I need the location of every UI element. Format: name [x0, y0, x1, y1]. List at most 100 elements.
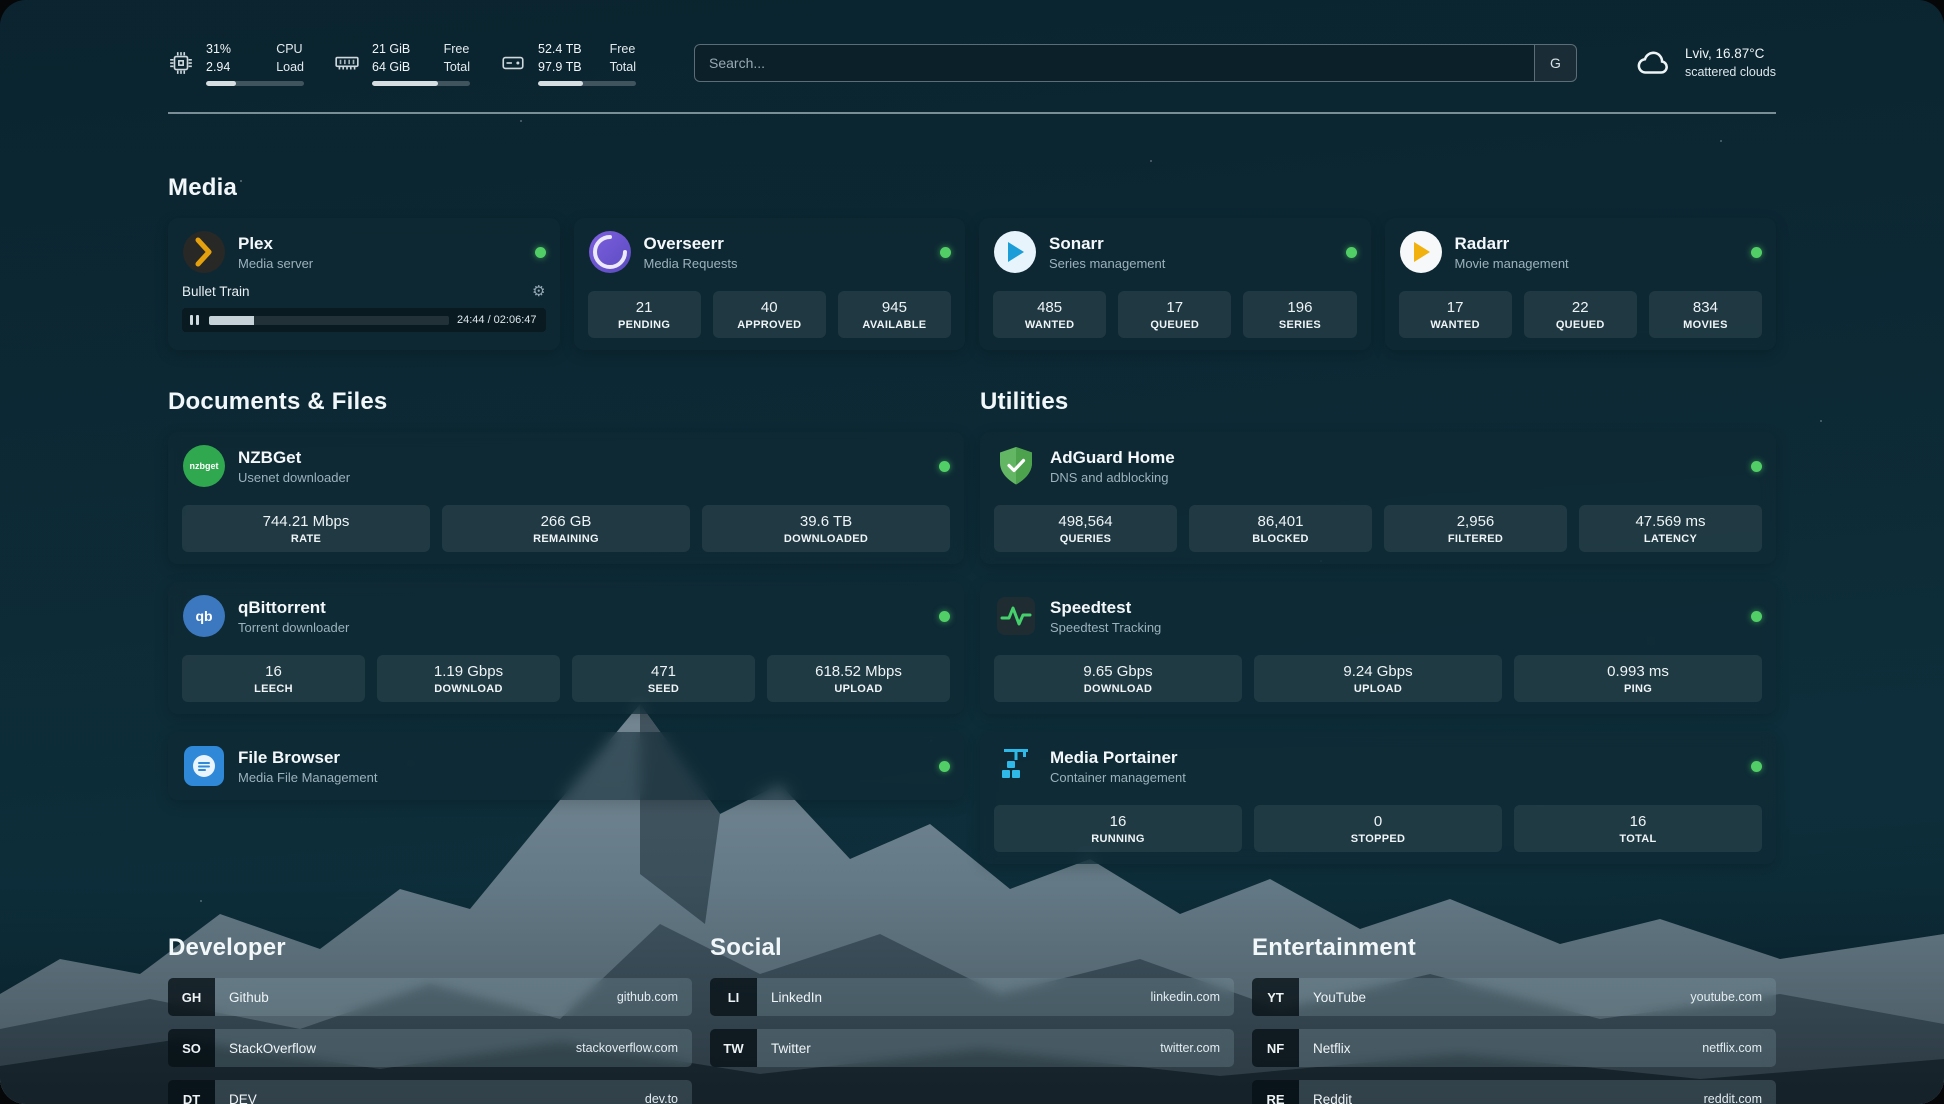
stat-download: 9.65 Gbps DOWNLOAD [994, 655, 1242, 702]
stat-label: DOWNLOAD [998, 683, 1238, 695]
bookmark-reddit[interactable]: RE Reddit reddit.com [1252, 1080, 1776, 1104]
section-title-documents: Documents & Files [168, 388, 964, 416]
section-media: Media Plex Media server [168, 174, 1776, 350]
bookmark-abbr: GH [168, 978, 215, 1016]
app-description: Movie management [1455, 256, 1569, 271]
bookmark-youtube[interactable]: YT YouTube youtube.com [1252, 978, 1776, 1016]
app-card-sonarr[interactable]: Sonarr Series management 485 WANTED 17 Q… [979, 218, 1371, 350]
stat-label: PENDING [592, 319, 697, 331]
cpu-label-bottom: Load [276, 58, 304, 76]
bookmark-abbr: RE [1252, 1080, 1299, 1104]
search-input[interactable] [694, 44, 1577, 82]
bookmark-abbr: NF [1252, 1029, 1299, 1067]
app-name: AdGuard Home [1050, 448, 1175, 468]
speedtest-icon [994, 594, 1038, 638]
bookmark-url: stackoverflow.com [576, 1041, 678, 1055]
bookmark-abbr: DT [168, 1080, 215, 1104]
stat-value: 618.52 Mbps [771, 663, 946, 680]
app-card-speedtest[interactable]: Speedtest Speedtest Tracking 9.65 Gbps D… [980, 582, 1776, 714]
bookmark-abbr: TW [710, 1029, 757, 1067]
pause-icon[interactable] [188, 313, 201, 327]
app-description: Usenet downloader [238, 470, 350, 485]
storage-free-value: 52.4 TB [538, 40, 582, 58]
stat-label: QUEUED [1122, 319, 1227, 331]
stat-queries: 498,564 QUERIES [994, 505, 1177, 552]
app-card-filebrowser[interactable]: File Browser Media File Management [168, 732, 964, 800]
stat-value: 47.569 ms [1583, 513, 1758, 530]
stat-filtered: 2,956 FILTERED [1384, 505, 1567, 552]
app-name: qBittorrent [238, 598, 349, 618]
stat-queued: 22 QUEUED [1524, 291, 1637, 338]
stat-value: 39.6 TB [706, 513, 946, 530]
storage-widget: 52.4 TB 97.9 TB Free Total [500, 40, 636, 86]
stat-label: TOTAL [1518, 833, 1758, 845]
sonarr-icon [993, 230, 1037, 274]
bookmark-name: StackOverflow [229, 1041, 316, 1056]
gear-icon[interactable]: ⚙ [532, 284, 545, 299]
search-engine-button[interactable]: G [1534, 45, 1576, 81]
section-social: Social LI LinkedIn linkedin.com TW Twitt… [710, 934, 1234, 1104]
cpu-usage-bar [206, 81, 304, 86]
bookmark-name: Github [229, 990, 269, 1005]
status-dot-online [939, 461, 950, 472]
stat-ping: 0.993 ms PING [1514, 655, 1762, 702]
cloud-icon [1635, 44, 1673, 82]
app-description: Speedtest Tracking [1050, 620, 1161, 635]
cpu-usage-bar-fill [206, 81, 236, 86]
app-card-radarr[interactable]: Radarr Movie management 17 WANTED 22 QUE… [1385, 218, 1777, 350]
memory-usage-bar [372, 81, 470, 86]
storage-total-value: 97.9 TB [538, 58, 582, 76]
app-name: File Browser [238, 748, 377, 768]
qbittorrent-icon: qb [182, 594, 226, 638]
playback-progress[interactable] [209, 316, 449, 325]
adguard-icon [994, 444, 1038, 488]
app-description: Container management [1050, 770, 1186, 785]
app-name: Plex [238, 234, 313, 254]
stat-value: 9.65 Gbps [998, 663, 1238, 680]
app-card-portainer[interactable]: Media Portainer Container management 16 … [980, 732, 1776, 864]
bookmark-abbr: SO [168, 1029, 215, 1067]
stat-stopped: 0 STOPPED [1254, 805, 1502, 852]
bookmark-url: youtube.com [1690, 990, 1762, 1004]
status-dot-online [1346, 247, 1357, 258]
section-title-social: Social [710, 934, 1234, 962]
memory-free-value: 21 GiB [372, 40, 410, 58]
stat-value: 1.19 Gbps [381, 663, 556, 680]
stat-available: 945 AVAILABLE [838, 291, 951, 338]
stat-label: STOPPED [1258, 833, 1498, 845]
section-documents-files: Documents & Files nzbget NZBGet Usenet d… [168, 388, 964, 882]
bookmark-stackoverflow[interactable]: SO StackOverflow stackoverflow.com [168, 1029, 692, 1067]
bookmark-abbr: LI [710, 978, 757, 1016]
stat-upload: 618.52 Mbps UPLOAD [767, 655, 950, 702]
section-title-utilities: Utilities [980, 388, 1776, 416]
bookmark-dev[interactable]: DT DEV dev.to [168, 1080, 692, 1104]
app-card-plex[interactable]: Plex Media server Bullet Train ⚙ 24:44 /… [168, 218, 560, 350]
bookmark-twitter[interactable]: TW Twitter twitter.com [710, 1029, 1234, 1067]
app-name: Radarr [1455, 234, 1569, 254]
app-card-overseerr[interactable]: Overseerr Media Requests 21 PENDING 40 A… [574, 218, 966, 350]
storage-usage-bar-fill [538, 81, 583, 86]
stat-value: 16 [1518, 813, 1758, 830]
section-title-media: Media [168, 174, 1776, 202]
stat-value: 9.24 Gbps [1258, 663, 1498, 680]
app-name: Sonarr [1049, 234, 1165, 254]
bookmark-github[interactable]: GH Github github.com [168, 978, 692, 1016]
svg-text:nzbget: nzbget [190, 461, 219, 471]
stat-value: 22 [1528, 299, 1633, 316]
stat-label: PING [1518, 683, 1758, 695]
weather-condition: scattered clouds [1685, 64, 1776, 82]
stat-value: 471 [576, 663, 751, 680]
stat-label: DOWNLOAD [381, 683, 556, 695]
bookmark-linkedin[interactable]: LI LinkedIn linkedin.com [710, 978, 1234, 1016]
app-card-qbittorrent[interactable]: qb qBittorrent Torrent downloader 16 LEE… [168, 582, 964, 714]
app-card-adguard[interactable]: AdGuard Home DNS and adblocking 498,564 … [980, 432, 1776, 564]
bookmark-netflix[interactable]: NF Netflix netflix.com [1252, 1029, 1776, 1067]
app-name: Overseerr [644, 234, 738, 254]
bookmark-url: twitter.com [1160, 1041, 1220, 1055]
stat-value: 266 GB [446, 513, 686, 530]
app-card-nzbget[interactable]: nzbget NZBGet Usenet downloader 744.21 M… [168, 432, 964, 564]
stat-label: UPLOAD [1258, 683, 1498, 695]
bookmark-url: github.com [617, 990, 678, 1004]
stat-wanted: 17 WANTED [1399, 291, 1512, 338]
stat-value: 21 [592, 299, 697, 316]
